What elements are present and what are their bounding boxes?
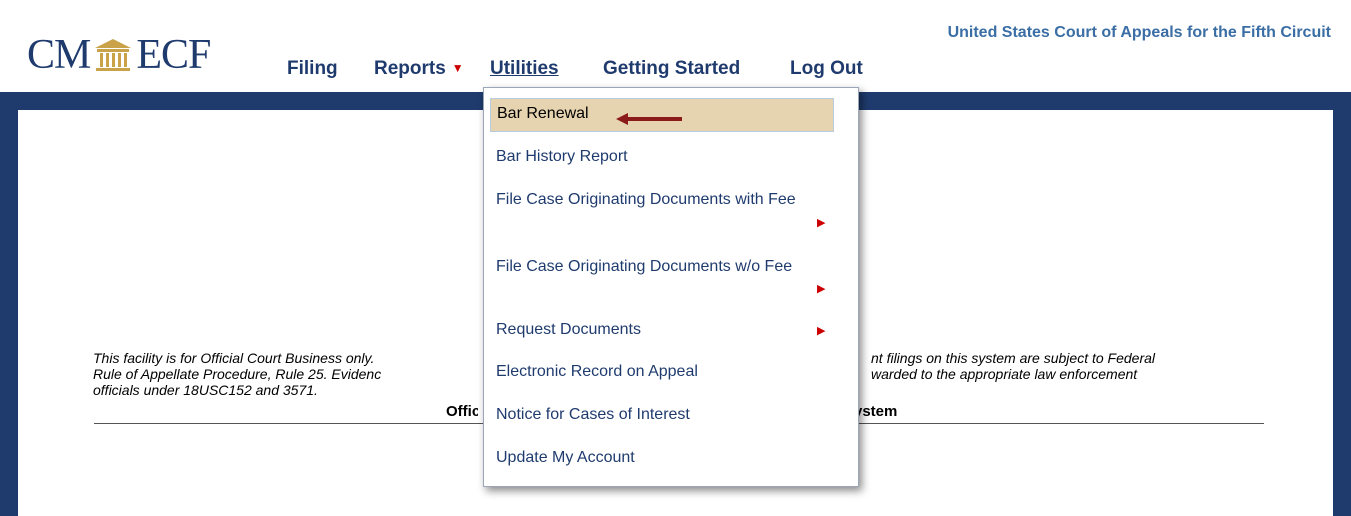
logo-text-left: CM bbox=[27, 32, 91, 78]
chevron-right-icon: ▶ bbox=[817, 283, 826, 295]
notice-heading-fragment-left: Offic bbox=[446, 403, 478, 420]
nav-reports[interactable]: Reports ▼ bbox=[374, 58, 464, 80]
nav-log-out[interactable]: Log Out bbox=[790, 58, 863, 80]
disclaimer-line-2-right: warded to the appropriate law enforcemen… bbox=[871, 366, 1138, 382]
menu-item-file-case-with-fee[interactable]: File Case Originating Documents with Fee bbox=[496, 191, 796, 209]
menu-item-file-case-without-fee[interactable]: File Case Originating Documents w/o Fee bbox=[496, 258, 792, 276]
menu-item-electronic-record-on-appeal[interactable]: Electronic Record on Appeal bbox=[496, 363, 698, 381]
menu-item-bar-history-report[interactable]: Bar History Report bbox=[496, 148, 628, 166]
menu-item-update-my-account[interactable]: Update My Account bbox=[496, 449, 635, 467]
nav-filing[interactable]: Filing bbox=[287, 58, 338, 80]
notice-heading-fragment-right: ystem bbox=[854, 403, 898, 420]
logo-text-right: ECF bbox=[136, 32, 211, 78]
chevron-right-icon: ▶ bbox=[817, 217, 826, 229]
chevron-right-icon: ▶ bbox=[817, 325, 826, 337]
disclaimer-line-3-left: officials under 18USC152 and 3571. bbox=[93, 382, 318, 398]
disclaimer-line-1-right: nt filings on this system are subject to… bbox=[871, 350, 1156, 366]
utilities-dropdown-menu: Bar Renewal Bar History Report File Case… bbox=[483, 87, 859, 487]
nav-utilities[interactable]: Utilities bbox=[490, 58, 559, 80]
disclaimer-line-1-left: This facility is for Official Court Busi… bbox=[93, 350, 375, 366]
nav-getting-started[interactable]: Getting Started bbox=[603, 58, 740, 80]
header: CM ECF Filing Reports ▼ Utilities Getting… bbox=[0, 0, 1351, 92]
menu-item-notice-cases-of-interest[interactable]: Notice for Cases of Interest bbox=[496, 406, 690, 424]
court-title[interactable]: United States Court of Appeals for the F… bbox=[948, 24, 1331, 42]
menu-item-request-documents[interactable]: Request Documents bbox=[496, 321, 641, 339]
chevron-down-icon: ▼ bbox=[451, 61, 464, 75]
courthouse-icon bbox=[95, 39, 132, 71]
annotation-arrow-icon bbox=[616, 113, 682, 125]
nav-reports-label: Reports bbox=[374, 58, 446, 79]
menu-item-label: Bar Renewal bbox=[497, 105, 589, 122]
disclaimer-line-2-left: Rule of Appellate Procedure, Rule 25. Ev… bbox=[93, 366, 382, 382]
cmecf-logo[interactable]: CM ECF bbox=[27, 30, 211, 80]
